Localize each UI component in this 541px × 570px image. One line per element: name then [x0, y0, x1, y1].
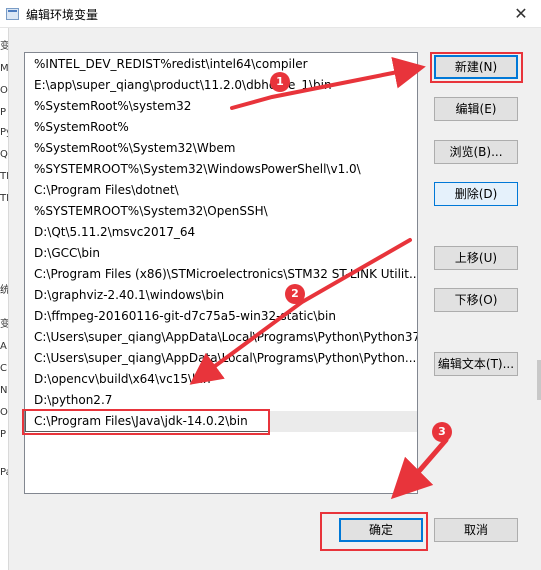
- window-title: 编辑环境变量: [26, 8, 99, 22]
- background-text: P: [0, 107, 7, 118]
- list-item[interactable]: D:\graphviz-2.40.1\windows\bin: [25, 285, 417, 306]
- list-item[interactable]: E:\app\super_qiang\product\11.2.0\dbhome…: [25, 75, 417, 96]
- background-text: TE: [0, 171, 8, 182]
- list-item[interactable]: D:\python2.7: [25, 390, 417, 411]
- list-item[interactable]: C:\Program Files\dotnet\: [25, 180, 417, 201]
- background-window: 变 M O P Py Q TE TM 统 变 A C N O P Pa: [0, 28, 9, 570]
- edit-text-button[interactable]: 编辑文本(T)...: [434, 352, 518, 376]
- cancel-button[interactable]: 取消: [434, 518, 518, 542]
- background-text: Pa: [0, 467, 8, 478]
- background-text: N: [0, 385, 8, 396]
- background-text: P: [0, 429, 7, 440]
- move-up-button[interactable]: 上移(U): [434, 246, 518, 270]
- path-edit-input[interactable]: C:\Program Files\Java\jdk-14.0.2\bin: [25, 411, 269, 432]
- path-list[interactable]: %INTEL_DEV_REDIST%redist\intel64\compile…: [24, 52, 418, 494]
- background-text: 变: [0, 319, 9, 330]
- background-text: O: [0, 85, 8, 96]
- background-text: C: [0, 363, 7, 374]
- list-item[interactable]: %SYSTEMROOT%\System32\WindowsPowerShell\…: [25, 159, 417, 180]
- list-item[interactable]: D:\ffmpeg-20160116-git-d7c75a5-win32-sta…: [25, 306, 417, 327]
- title-bar: 编辑环境变量 ✕: [0, 0, 541, 28]
- step-badge-2: 2: [285, 284, 305, 304]
- background-text: 统: [0, 285, 9, 296]
- delete-button[interactable]: 删除(D): [434, 182, 518, 206]
- background-text: M: [0, 63, 9, 74]
- list-item[interactable]: %SystemRoot%\System32\Wbem: [25, 138, 417, 159]
- list-item-editing[interactable]: C:\Program Files\Java\jdk-14.0.2\bin: [25, 411, 417, 432]
- list-item[interactable]: %INTEL_DEV_REDIST%redist\intel64\compile…: [25, 54, 417, 75]
- step-badge-1: 1: [270, 72, 290, 92]
- list-item[interactable]: C:\Users\super_qiang\AppData\Local\Progr…: [25, 348, 417, 369]
- background-text: TM: [0, 193, 8, 204]
- move-down-button[interactable]: 下移(O): [434, 288, 518, 312]
- window-icon: [6, 8, 19, 20]
- list-item[interactable]: C:\Users\super_qiang\AppData\Local\Progr…: [25, 327, 417, 348]
- edit-button[interactable]: 编辑(E): [434, 97, 518, 121]
- background-text: A: [0, 341, 7, 352]
- list-item[interactable]: D:\opencv\build\x64\vc15\bin: [25, 369, 417, 390]
- list-item[interactable]: D:\GCC\bin: [25, 243, 417, 264]
- list-item[interactable]: %SYSTEMROOT%\System32\OpenSSH\: [25, 201, 417, 222]
- background-scrollbar: [537, 360, 541, 400]
- list-item[interactable]: D:\Qt\5.11.2\msvc2017_64: [25, 222, 417, 243]
- step-badge-3: 3: [432, 422, 452, 442]
- list-item[interactable]: %SystemRoot%: [25, 117, 417, 138]
- background-text: Q: [0, 149, 8, 160]
- browse-button[interactable]: 浏览(B)...: [434, 140, 518, 164]
- new-button[interactable]: 新建(N): [434, 55, 518, 79]
- background-text: O: [0, 407, 8, 418]
- list-item[interactable]: C:\Program Files (x86)\STMicroelectronic…: [25, 264, 417, 285]
- ok-button[interactable]: 确定: [339, 518, 423, 542]
- close-icon[interactable]: ✕: [501, 0, 541, 28]
- background-text: Py: [0, 127, 8, 138]
- list-item[interactable]: %SystemRoot%\system32: [25, 96, 417, 117]
- background-text: 变: [0, 41, 9, 52]
